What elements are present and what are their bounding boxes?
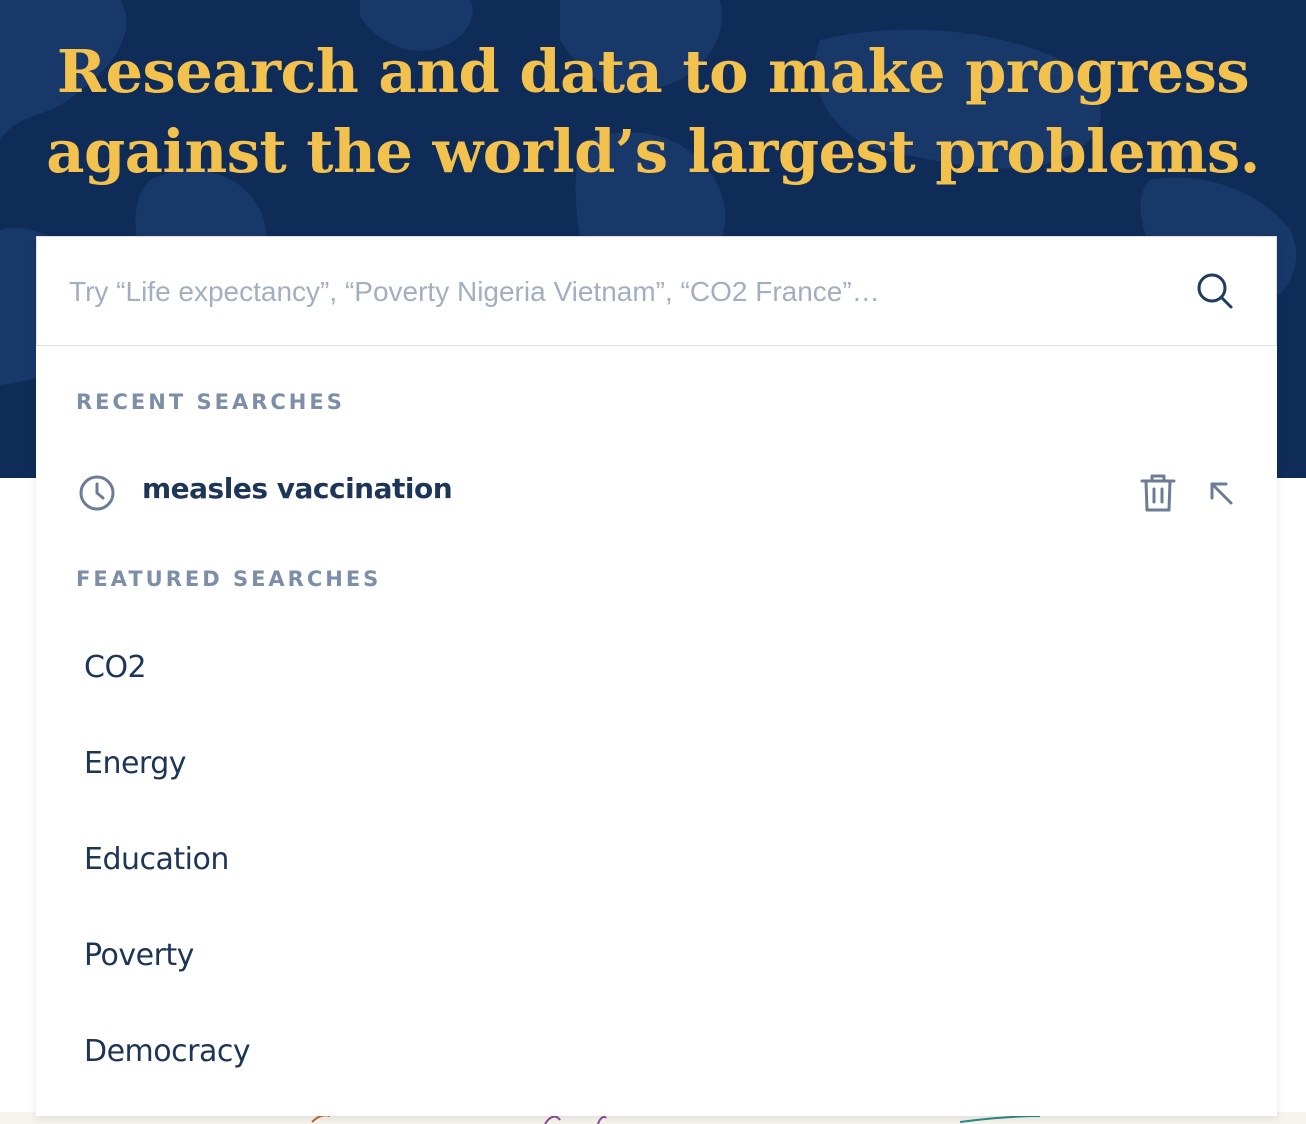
- page-title-line-1: Research and data to make progress: [56, 37, 1250, 106]
- arrow-up-left-icon: [1210, 482, 1233, 505]
- search-input[interactable]: [69, 263, 1169, 321]
- search-button[interactable]: [1195, 271, 1235, 311]
- featured-item-democracy[interactable]: Democracy: [36, 1004, 1277, 1100]
- featured-searches-list: CO2 Energy Education Poverty Democracy: [36, 620, 1277, 1100]
- page-title: Research and data to make progress again…: [0, 32, 1306, 192]
- featured-item-energy[interactable]: Energy: [36, 716, 1277, 812]
- featured-item-co2[interactable]: CO2: [36, 620, 1277, 716]
- delete-recent-search-button[interactable]: [1138, 472, 1178, 514]
- search-icon: [1197, 273, 1233, 309]
- recent-search-item[interactable]: measles vaccination: [36, 456, 1277, 530]
- featured-item-poverty[interactable]: Poverty: [36, 908, 1277, 1004]
- featured-item-education[interactable]: Education: [36, 812, 1277, 908]
- recent-search-label: measles vaccination: [142, 472, 453, 505]
- recent-searches-heading: RECENT SEARCHES: [76, 390, 345, 414]
- featured-searches-heading: FEATURED SEARCHES: [76, 567, 382, 591]
- page-title-line-2: against the world’s largest problems.: [46, 117, 1260, 186]
- trash-icon: [1140, 474, 1176, 512]
- search-box: [36, 236, 1277, 346]
- clock-icon: [79, 475, 115, 511]
- fill-search-button[interactable]: [1204, 476, 1238, 510]
- search-panel: RECENT SEARCHES measles vaccination FEAT…: [36, 236, 1277, 1116]
